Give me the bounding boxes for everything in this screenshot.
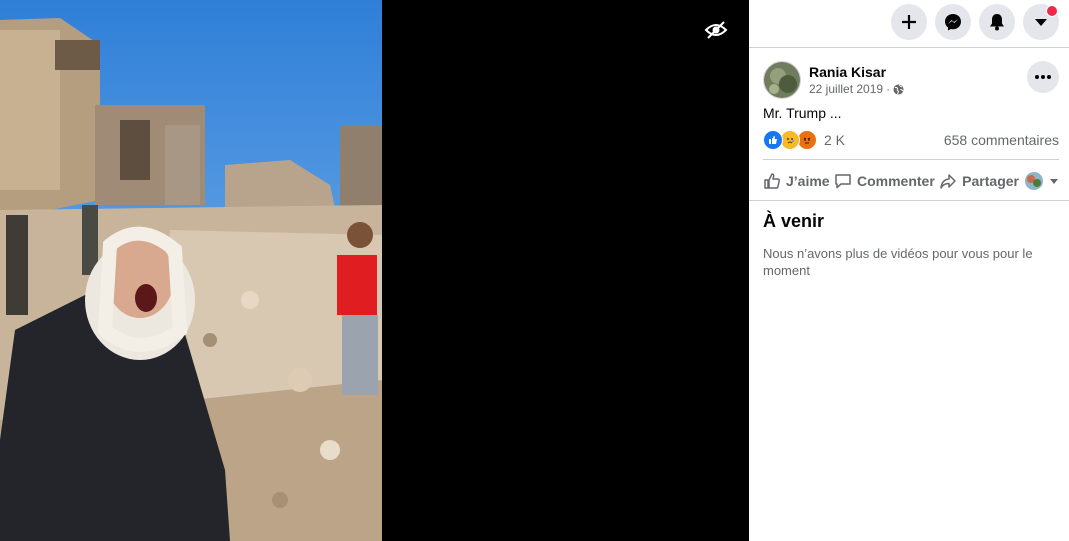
hide-video-button[interactable] [702,16,730,44]
avatar-image [764,62,800,98]
avatar[interactable] [763,61,801,99]
chevron-down-icon[interactable] [1049,177,1059,185]
notification-dot [1046,5,1058,17]
messenger-button[interactable] [935,4,971,40]
reaction-icons[interactable] [763,130,817,150]
comment-button[interactable]: Commenter [834,172,935,190]
reactions-divider [763,159,1059,160]
actions-divider [749,200,1069,201]
video-frame [0,0,382,541]
account-menu-button[interactable] [1023,4,1059,40]
reactions-summary: 2 K 658 commentaires [763,130,1059,150]
post-actions: J’aime Commenter Partager [763,168,1059,194]
like-label: J’aime [786,173,830,189]
top-nav-actions [891,4,1059,40]
bell-icon [990,14,1004,31]
post-meta: 22 juillet 2019 · [809,81,904,97]
reaction-count[interactable]: 2 K [824,132,845,148]
angry-icon [797,130,817,150]
post-date[interactable]: 22 juillet 2019 [809,81,883,97]
video-player[interactable] [0,0,749,541]
comments-count[interactable]: 658 commentaires [944,132,1059,148]
thumbs-up-icon [764,173,781,189]
comment-icon [835,174,851,189]
video-scene-image [0,0,382,541]
caret-down-icon [1035,19,1047,26]
meta-separator: · [886,82,891,96]
sad-icon [780,130,800,150]
post-side-panel: Rania Kisar 22 juillet 2019 · Mr. Trump … [749,0,1069,541]
notifications-button[interactable] [979,4,1015,40]
upcoming-title: À venir [763,211,825,231]
share-icon [940,174,956,189]
eye-slash-icon [704,21,728,39]
like-button[interactable]: J’aime [763,172,830,190]
upcoming-empty-message: Nous n’avons plus de vidéos pour vous po… [763,246,1033,278]
post-header: Rania Kisar 22 juillet 2019 · [763,61,904,99]
messenger-icon [945,14,961,31]
more-horizontal-icon [1035,75,1051,79]
create-button[interactable] [891,4,927,40]
globe-icon[interactable] [893,83,904,95]
header-divider [749,47,1069,48]
share-button[interactable]: Partager [939,171,1059,191]
post-options-button[interactable] [1027,61,1059,93]
post-text: Mr. Trump ... [763,105,842,121]
like-icon [763,130,783,150]
share-label: Partager [962,173,1019,189]
share-audience-avatar-icon[interactable] [1024,171,1044,191]
comment-label: Commenter [856,173,935,189]
author-name[interactable]: Rania Kisar [809,63,904,81]
plus-icon [902,15,916,29]
